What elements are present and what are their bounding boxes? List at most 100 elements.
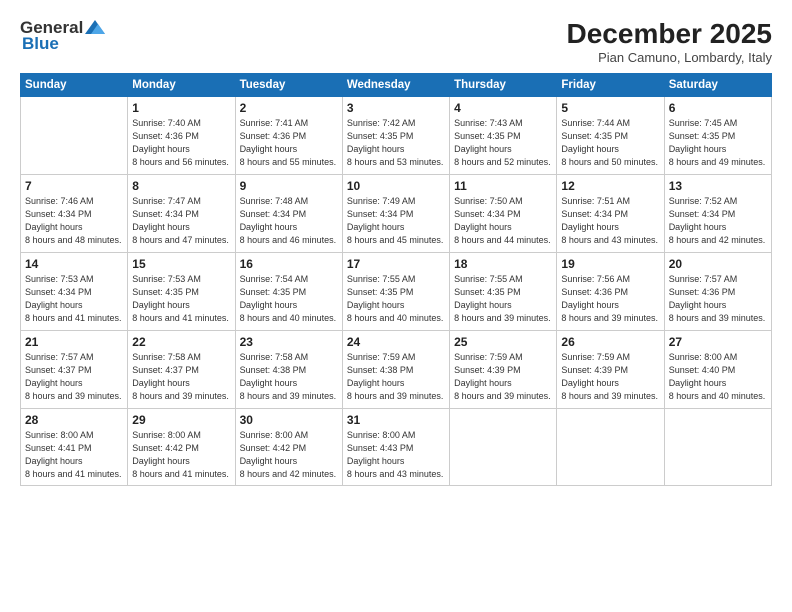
day-number: 9 <box>240 179 338 193</box>
day-info: Sunrise: 8:00 AMSunset: 4:42 PMDaylight … <box>240 429 338 481</box>
logo-icon <box>85 20 105 36</box>
day-number: 27 <box>669 335 767 349</box>
day-number: 29 <box>132 413 230 427</box>
day-number: 6 <box>669 101 767 115</box>
day-info: Sunrise: 8:00 AMSunset: 4:43 PMDaylight … <box>347 429 445 481</box>
month-title: December 2025 <box>567 18 772 50</box>
weekday-header-row: SundayMondayTuesdayWednesdayThursdayFrid… <box>21 74 772 97</box>
calendar-day-cell: 7 Sunrise: 7:46 AMSunset: 4:34 PMDaylight… <box>21 175 128 253</box>
day-info: Sunrise: 8:00 AMSunset: 4:40 PMDaylight … <box>669 351 767 403</box>
calendar-day-cell: 22Sunrise: 7:58 AMSunset: 4:37 PMDayligh… <box>128 331 235 409</box>
calendar-day-cell: 18Sunrise: 7:55 AMSunset: 4:35 PMDayligh… <box>450 253 557 331</box>
calendar-day-cell: 20 Sunrise: 7:57 AMSunset: 4:36 PMDayligh… <box>664 253 771 331</box>
calendar-day-cell: 9Sunrise: 7:48 AMSunset: 4:34 PMDaylight… <box>235 175 342 253</box>
calendar-day-cell: 25 Sunrise: 7:59 AMSunset: 4:39 PMDayligh… <box>450 331 557 409</box>
day-number: 20 <box>669 257 767 271</box>
day-number: 3 <box>347 101 445 115</box>
day-number: 2 <box>240 101 338 115</box>
day-number: 23 <box>240 335 338 349</box>
logo-blue: Blue <box>22 34 59 54</box>
weekday-header-cell: Friday <box>557 74 664 97</box>
logo: General Blue <box>20 18 105 54</box>
day-info: Sunrise: 7:59 AMSunset: 4:39 PMDaylight … <box>561 351 659 403</box>
day-number: 4 <box>454 101 552 115</box>
calendar-page: General Blue December 2025 Pian Camuno, … <box>0 0 792 612</box>
calendar-day-cell: 31 Sunrise: 8:00 AMSunset: 4:43 PMDayligh… <box>342 409 449 486</box>
calendar-day-cell: 30 Sunrise: 8:00 AMSunset: 4:42 PMDayligh… <box>235 409 342 486</box>
weekday-header-cell: Thursday <box>450 74 557 97</box>
day-number: 5 <box>561 101 659 115</box>
day-number: 25 <box>454 335 552 349</box>
day-info: Sunrise: 7:40 AMSunset: 4:36 PMDaylight … <box>132 117 230 169</box>
day-info: Sunrise: 7:41 AMSunset: 4:36 PMDaylight … <box>240 117 338 169</box>
day-info: Sunrise: 7:51 AMSunset: 4:34 PMDaylight … <box>561 195 659 247</box>
calendar-day-cell: 21Sunrise: 7:57 AMSunset: 4:37 PMDayligh… <box>21 331 128 409</box>
calendar-day-cell: 26 Sunrise: 7:59 AMSunset: 4:39 PMDayligh… <box>557 331 664 409</box>
page-header: General Blue December 2025 Pian Camuno, … <box>20 18 772 65</box>
day-number: 31 <box>347 413 445 427</box>
calendar-day-cell: 6 Sunrise: 7:45 AMSunset: 4:35 PMDaylight… <box>664 97 771 175</box>
weekday-header-cell: Saturday <box>664 74 771 97</box>
calendar-day-cell: 16 Sunrise: 7:54 AMSunset: 4:35 PMDayligh… <box>235 253 342 331</box>
title-area: December 2025 Pian Camuno, Lombardy, Ita… <box>567 18 772 65</box>
calendar-day-cell: 17 Sunrise: 7:55 AMSunset: 4:35 PMDayligh… <box>342 253 449 331</box>
day-number: 17 <box>347 257 445 271</box>
day-number: 8 <box>132 179 230 193</box>
calendar-week-row: 7 Sunrise: 7:46 AMSunset: 4:34 PMDaylight… <box>21 175 772 253</box>
day-info: Sunrise: 7:44 AMSunset: 4:35 PMDaylight … <box>561 117 659 169</box>
calendar-day-cell <box>21 97 128 175</box>
day-info: Sunrise: 7:45 AMSunset: 4:35 PMDaylight … <box>669 117 767 169</box>
calendar-day-cell: 13Sunrise: 7:52 AMSunset: 4:34 PMDayligh… <box>664 175 771 253</box>
day-info: Sunrise: 7:53 AMSunset: 4:34 PMDaylight … <box>25 273 123 325</box>
calendar-day-cell: 5 Sunrise: 7:44 AMSunset: 4:35 PMDaylight… <box>557 97 664 175</box>
day-info: Sunrise: 7:57 AMSunset: 4:36 PMDaylight … <box>669 273 767 325</box>
day-number: 30 <box>240 413 338 427</box>
day-info: Sunrise: 7:43 AMSunset: 4:35 PMDaylight … <box>454 117 552 169</box>
day-number: 19 <box>561 257 659 271</box>
day-info: Sunrise: 7:55 AMSunset: 4:35 PMDaylight … <box>454 273 552 325</box>
weekday-header-cell: Wednesday <box>342 74 449 97</box>
calendar-table: SundayMondayTuesdayWednesdayThursdayFrid… <box>20 73 772 486</box>
calendar-day-cell: 12Sunrise: 7:51 AMSunset: 4:34 PMDayligh… <box>557 175 664 253</box>
day-number: 7 <box>25 179 123 193</box>
day-info: Sunrise: 7:57 AMSunset: 4:37 PMDaylight … <box>25 351 123 403</box>
day-number: 14 <box>25 257 123 271</box>
calendar-day-cell <box>450 409 557 486</box>
day-info: Sunrise: 7:59 AMSunset: 4:39 PMDaylight … <box>454 351 552 403</box>
day-number: 16 <box>240 257 338 271</box>
day-info: Sunrise: 7:52 AMSunset: 4:34 PMDaylight … <box>669 195 767 247</box>
location-subtitle: Pian Camuno, Lombardy, Italy <box>567 50 772 65</box>
calendar-day-cell <box>557 409 664 486</box>
calendar-day-cell: 27 Sunrise: 8:00 AMSunset: 4:40 PMDayligh… <box>664 331 771 409</box>
day-number: 24 <box>347 335 445 349</box>
day-info: Sunrise: 8:00 AMSunset: 4:41 PMDaylight … <box>25 429 123 481</box>
weekday-header-cell: Sunday <box>21 74 128 97</box>
calendar-day-cell: 19 Sunrise: 7:56 AMSunset: 4:36 PMDayligh… <box>557 253 664 331</box>
day-info: Sunrise: 7:54 AMSunset: 4:35 PMDaylight … <box>240 273 338 325</box>
day-info: Sunrise: 7:56 AMSunset: 4:36 PMDaylight … <box>561 273 659 325</box>
calendar-week-row: 14 Sunrise: 7:53 AMSunset: 4:34 PMDayligh… <box>21 253 772 331</box>
weekday-header-cell: Monday <box>128 74 235 97</box>
calendar-day-cell: 10Sunrise: 7:49 AMSunset: 4:34 PMDayligh… <box>342 175 449 253</box>
day-info: Sunrise: 7:59 AMSunset: 4:38 PMDaylight … <box>347 351 445 403</box>
calendar-day-cell: 1Sunrise: 7:40 AMSunset: 4:36 PMDaylight… <box>128 97 235 175</box>
calendar-day-cell: 15Sunrise: 7:53 AMSunset: 4:35 PMDayligh… <box>128 253 235 331</box>
day-info: Sunrise: 7:49 AMSunset: 4:34 PMDaylight … <box>347 195 445 247</box>
day-info: Sunrise: 7:42 AMSunset: 4:35 PMDaylight … <box>347 117 445 169</box>
day-info: Sunrise: 7:50 AMSunset: 4:34 PMDaylight … <box>454 195 552 247</box>
calendar-day-cell <box>664 409 771 486</box>
calendar-day-cell: 2 Sunrise: 7:41 AMSunset: 4:36 PMDaylight… <box>235 97 342 175</box>
calendar-day-cell: 8Sunrise: 7:47 AMSunset: 4:34 PMDaylight… <box>128 175 235 253</box>
calendar-day-cell: 11Sunrise: 7:50 AMSunset: 4:34 PMDayligh… <box>450 175 557 253</box>
day-info: Sunrise: 8:00 AMSunset: 4:42 PMDaylight … <box>132 429 230 481</box>
calendar-day-cell: 23Sunrise: 7:58 AMSunset: 4:38 PMDayligh… <box>235 331 342 409</box>
day-number: 26 <box>561 335 659 349</box>
calendar-body: 1Sunrise: 7:40 AMSunset: 4:36 PMDaylight… <box>21 97 772 486</box>
calendar-day-cell: 28Sunrise: 8:00 AMSunset: 4:41 PMDayligh… <box>21 409 128 486</box>
calendar-week-row: 28Sunrise: 8:00 AMSunset: 4:41 PMDayligh… <box>21 409 772 486</box>
day-number: 22 <box>132 335 230 349</box>
day-info: Sunrise: 7:46 AMSunset: 4:34 PMDaylight … <box>25 195 123 247</box>
day-info: Sunrise: 7:55 AMSunset: 4:35 PMDaylight … <box>347 273 445 325</box>
calendar-day-cell: 4 Sunrise: 7:43 AMSunset: 4:35 PMDaylight… <box>450 97 557 175</box>
calendar-day-cell: 3 Sunrise: 7:42 AMSunset: 4:35 PMDaylight… <box>342 97 449 175</box>
